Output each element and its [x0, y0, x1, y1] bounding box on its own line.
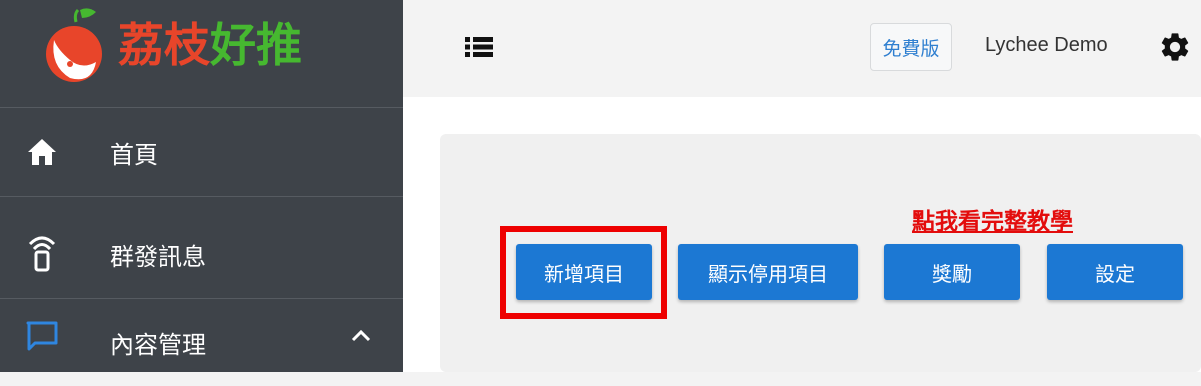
sidebar-item-label: 首頁 [110, 140, 158, 169]
chevron-up-icon[interactable] [349, 324, 373, 348]
highlight-box [500, 226, 667, 319]
brand[interactable]: 荔枝好推 [0, 0, 403, 108]
brand-name: 荔枝好推 [118, 15, 302, 75]
sidebar: 荔枝好推 首頁 群發訊息 內容管理 [0, 0, 403, 372]
broadcast-icon [24, 234, 60, 272]
user-name[interactable]: Lychee Demo [985, 34, 1108, 57]
lychee-logo-icon [46, 8, 102, 82]
sidebar-item-content-management[interactable]: 內容管理 [0, 298, 403, 386]
gear-icon[interactable] [1158, 30, 1192, 64]
brand-name-part1: 荔枝 [118, 18, 210, 72]
rewards-button[interactable]: 獎勵 [884, 244, 1020, 300]
sidebar-item-label: 內容管理 [110, 330, 206, 359]
sidebar-item-broadcast[interactable]: 群發訊息 [0, 210, 403, 299]
settings-button[interactable]: 設定 [1047, 244, 1183, 300]
home-icon [24, 134, 60, 170]
list-icon[interactable] [465, 36, 493, 58]
plan-badge[interactable]: 免費版 [870, 23, 952, 71]
brand-name-part2: 好推 [210, 18, 302, 72]
chat-bubble-icon [24, 318, 60, 354]
header: 免費版 Lychee Demo [403, 0, 1201, 97]
show-disabled-items-button[interactable]: 顯示停用項目 [678, 244, 858, 300]
tutorial-link[interactable]: 點我看完整教學 [912, 202, 1073, 236]
sidebar-item-label: 群發訊息 [110, 242, 206, 271]
sidebar-item-home[interactable]: 首頁 [0, 108, 403, 197]
